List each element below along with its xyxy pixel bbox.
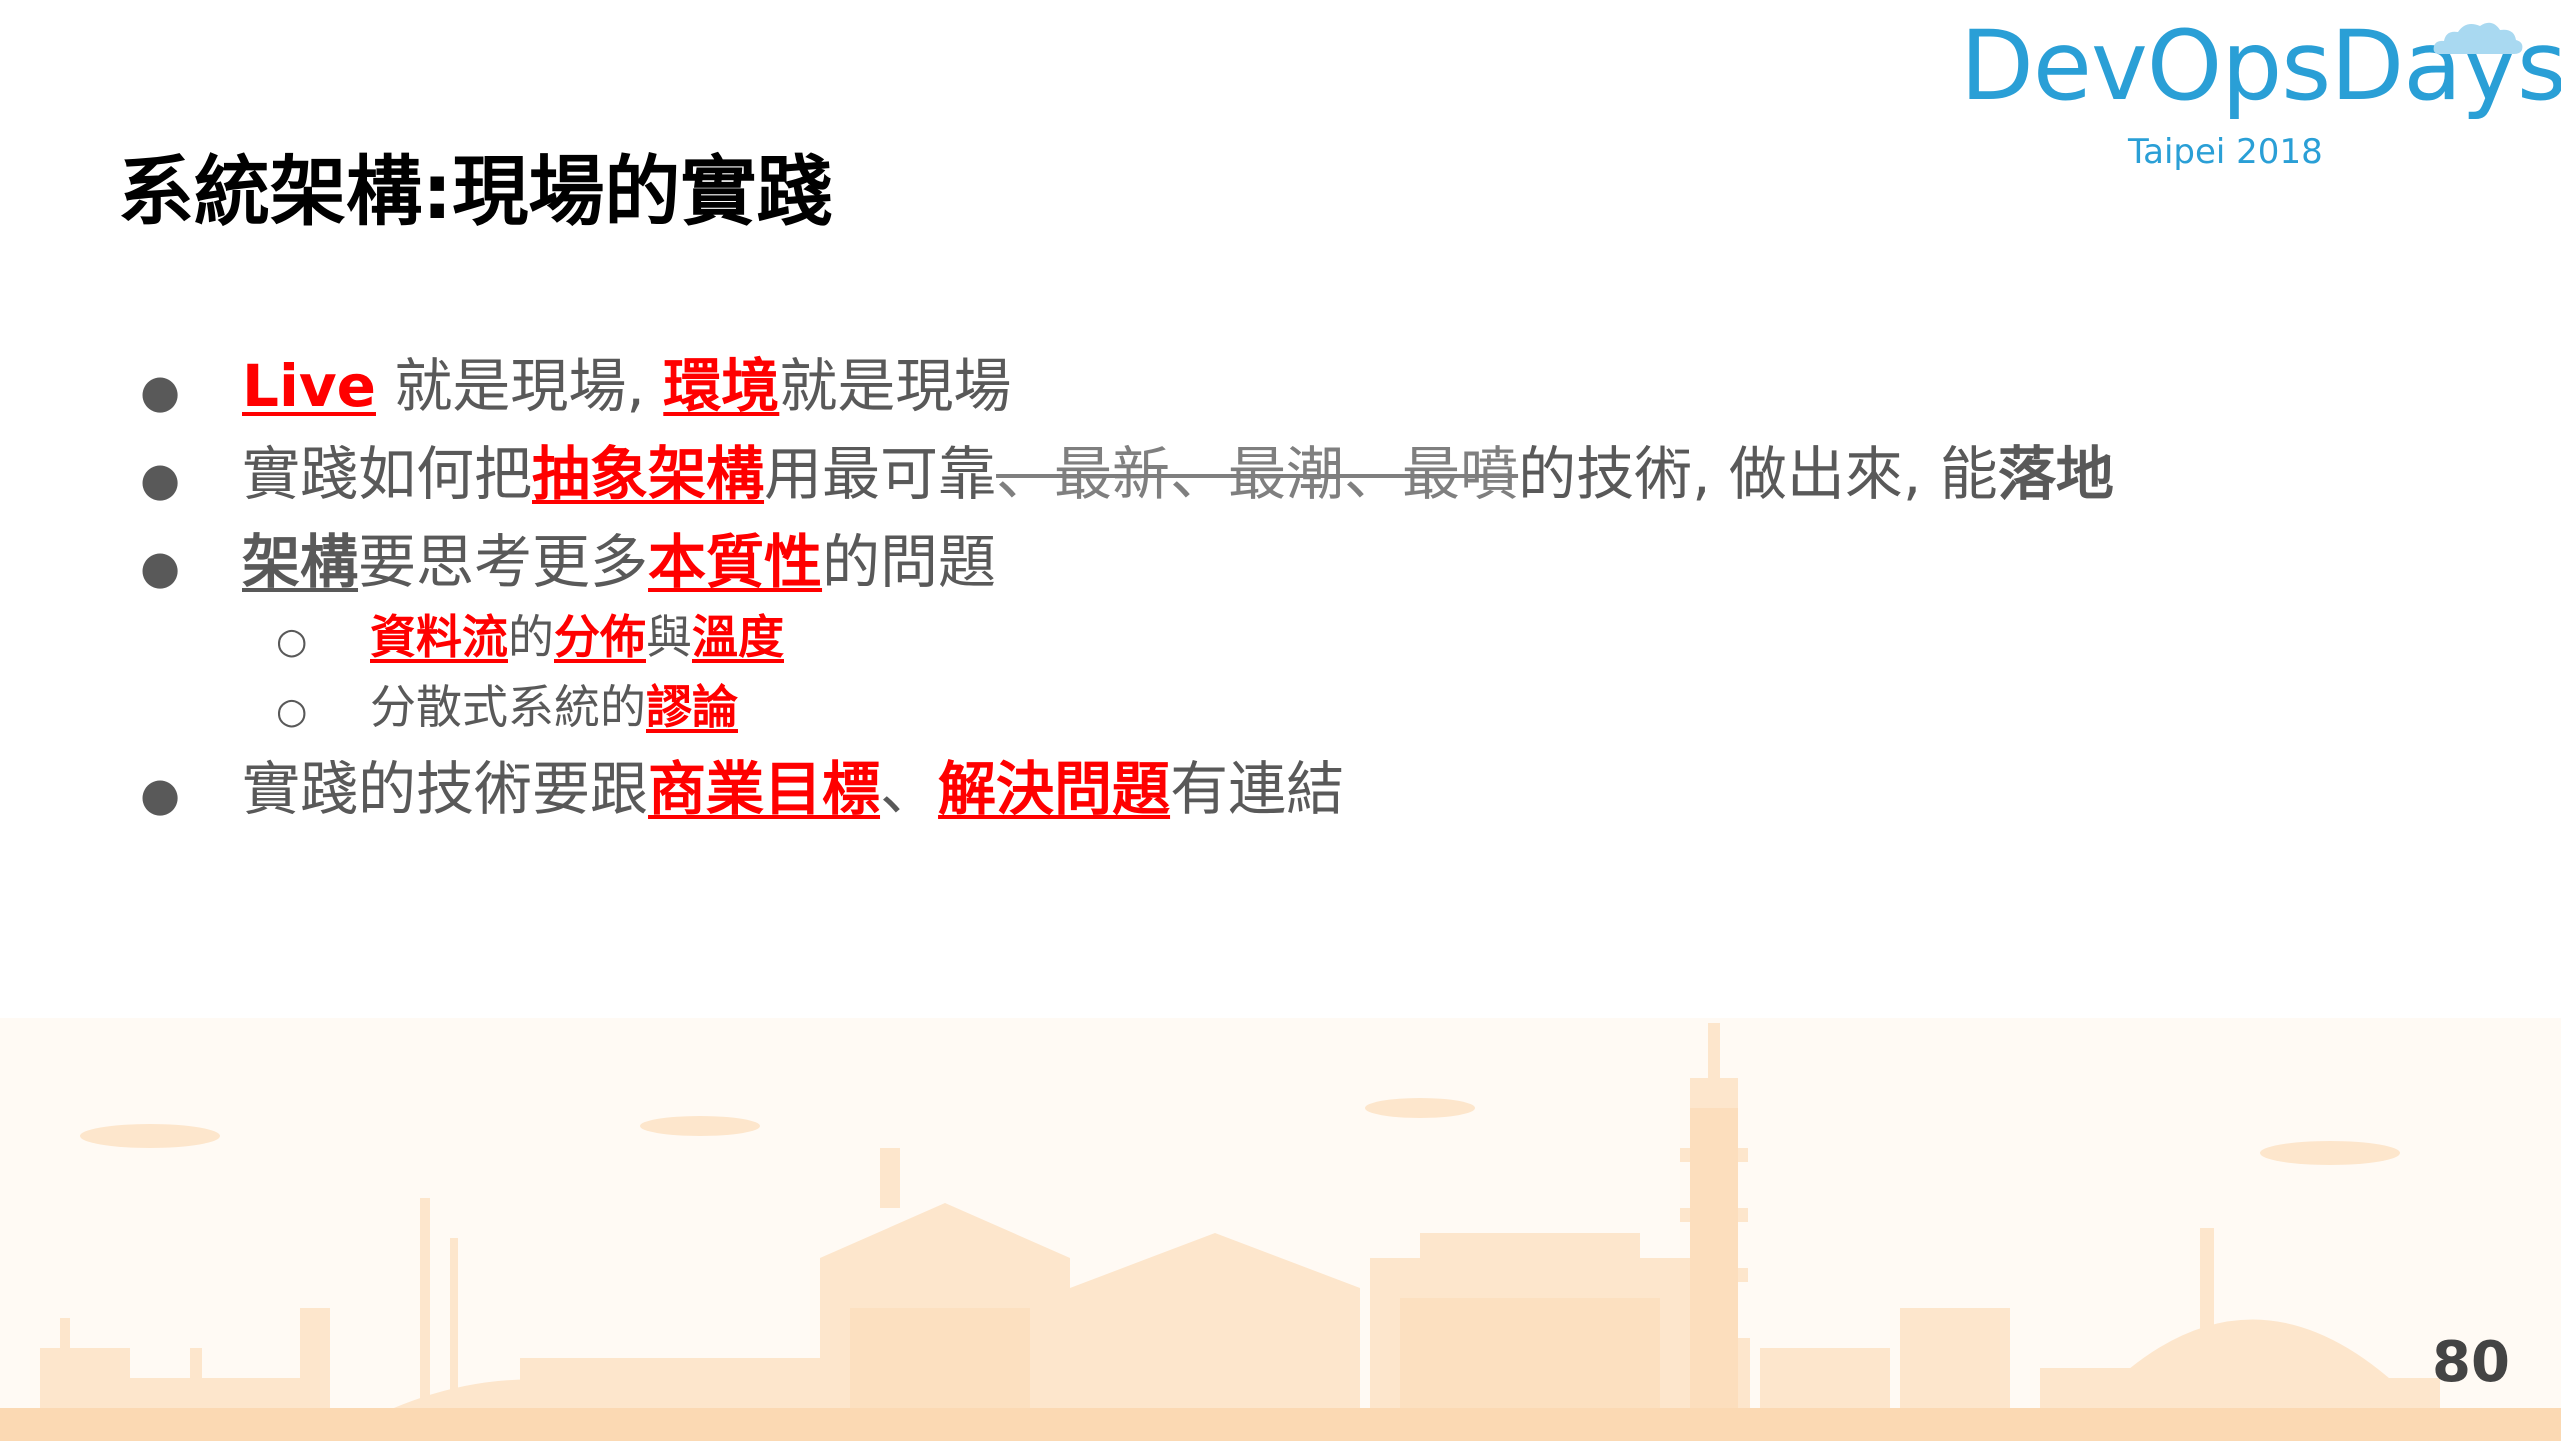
bullet-text: 實踐的技術要跟 — [242, 755, 649, 823]
bullet-text: 落地 — [1997, 440, 2114, 508]
highlight-keyword: 商業目標 — [648, 755, 881, 823]
bullet-text: 就是現場, — [375, 352, 664, 420]
highlight-keyword: 解決問題 — [938, 755, 1171, 823]
bullet-marker: ● — [140, 767, 181, 821]
bullet-item: 實踐的技術要跟商業目標、解決問題有連結 — [242, 755, 1344, 825]
highlight-keyword: 分佈 — [554, 610, 646, 664]
cloud-icon — [2433, 22, 2523, 54]
bullet-text: 分散式系統的 — [370, 680, 646, 734]
highlight-keyword: 本質性 — [648, 528, 823, 596]
bullet-text: 有連結 — [1170, 755, 1345, 823]
bullet-item: 實踐如何把抽象架構用最可靠、最新、最潮、最噴的技術, 做出來, 能落地 — [242, 440, 2114, 510]
highlight-keyword: 溫度 — [692, 610, 784, 664]
bullet-item: 架構要思考更多本質性的問題 — [242, 528, 996, 598]
slide: DevOpsDays Taipei 2018 系統架構:現場的實踐 ● Live … — [0, 0, 2561, 1441]
sub-bullet-item: 資料流的分佈與溫度 — [370, 610, 784, 665]
taipei-skyline-illustration — [0, 1018, 2561, 1441]
sub-bullet-marker: ○ — [276, 621, 308, 662]
bullet-marker: ● — [140, 364, 181, 418]
highlight-keyword: 資料流 — [370, 610, 508, 664]
highlight-keyword: 環境 — [663, 352, 780, 420]
sub-bullet-item: 分散式系統的謬論 — [370, 680, 738, 735]
bullet-text: 架構 — [242, 528, 359, 596]
logo-subtitle: Taipei 2018 — [2128, 132, 2323, 172]
bullet-text: 、 — [880, 755, 939, 823]
devopsdays-logo: DevOpsDays Taipei 2018 — [1930, 8, 2561, 178]
highlight-keyword: 抽象架構 — [532, 440, 765, 508]
bullet-text: 的技術, 做出來, 能 — [1518, 440, 1998, 508]
bullet-item: Live 就是現場, 環境就是現場 — [242, 352, 1011, 422]
bullet-text: 就是現場 — [779, 352, 1012, 420]
bullet-text: 實踐如何把 — [242, 440, 533, 508]
bullet-marker: ● — [140, 540, 181, 594]
bullet-text: 的 — [508, 610, 554, 664]
bullet-text: 與 — [646, 610, 692, 664]
bullet-marker: ● — [140, 452, 181, 506]
sub-bullet-marker: ○ — [276, 691, 308, 732]
struck-text: 、最新、最潮、最噴 — [996, 440, 1519, 508]
bullet-text: 的問題 — [822, 528, 997, 596]
bullet-text: 要思考更多 — [358, 528, 649, 596]
highlight-keyword: Live — [242, 352, 376, 420]
bullet-text: 用最可靠 — [764, 440, 997, 508]
page-number: 80 — [2432, 1330, 2510, 1395]
slide-title: 系統架構:現場的實踐 — [118, 147, 833, 236]
highlight-keyword: 謬論 — [646, 680, 738, 734]
